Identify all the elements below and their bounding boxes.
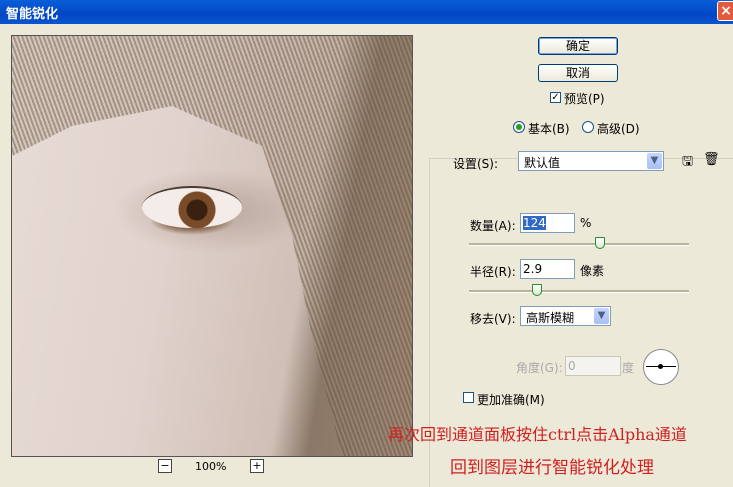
settings-select[interactable]: 默认值 ▼ (518, 151, 664, 171)
angle-input: 0 (565, 356, 621, 376)
amount-slider[interactable] (469, 237, 689, 249)
tutorial-caption-1: 再次回到通道面板按住ctrl点击Alpha通道 (388, 425, 687, 444)
trash-icon[interactable]: 🗑 (703, 152, 720, 167)
preview-hair (12, 36, 412, 456)
amount-input[interactable]: 124 (520, 213, 575, 233)
advanced-mode-label: 高级(D) (597, 122, 640, 136)
remove-label: 移去(V): (470, 312, 516, 326)
preview-checkbox[interactable]: ✓ (550, 92, 561, 103)
title-bar: 智能锐化 × (0, 0, 733, 24)
amount-label: 数量(A): (470, 219, 516, 233)
angle-unit: 度 (622, 361, 635, 375)
ok-button[interactable]: 确定 (538, 37, 618, 55)
image-preview[interactable] (11, 35, 413, 457)
settings-label: 设置(S): (453, 157, 499, 171)
advanced-mode-radio[interactable] (582, 121, 594, 133)
zoom-level: 100% (195, 460, 227, 473)
amount-unit: % (580, 216, 592, 230)
basic-mode-radio[interactable] (513, 121, 525, 133)
radius-value: 2.9 (523, 262, 543, 276)
more-accurate-label: 更加准确(M) (477, 393, 545, 407)
cancel-button[interactable]: 取消 (538, 64, 618, 82)
preview-eye (142, 186, 242, 228)
amount-slider-thumb[interactable] (595, 237, 605, 249)
save-settings-icon[interactable]: 🖫 (682, 152, 693, 174)
zoom-controls: − 100% + (158, 459, 268, 475)
angle-dial-center (658, 364, 663, 369)
window-title: 智能锐化 (6, 7, 59, 22)
settings-value: 默认值 (524, 156, 561, 170)
remove-value: 高斯模糊 (526, 311, 575, 325)
basic-mode-label: 基本(B) (528, 122, 570, 136)
chevron-down-icon: ▼ (594, 308, 609, 324)
radius-unit: 像素 (580, 264, 605, 278)
preview-checkbox-label: 预览(P) (564, 92, 605, 106)
remove-select[interactable]: 高斯模糊 ▼ (520, 306, 611, 326)
close-icon: × (720, 3, 732, 19)
tutorial-caption-2: 回到图层进行智能锐化处理 (450, 458, 654, 478)
angle-dial (643, 349, 679, 385)
angle-label: 角度(G): (516, 361, 563, 375)
more-accurate-checkbox[interactable] (463, 392, 474, 403)
close-button[interactable]: × (717, 1, 733, 21)
chevron-down-icon: ▼ (647, 153, 662, 169)
radius-input[interactable]: 2.9 (520, 259, 575, 279)
radius-slider-thumb[interactable] (532, 284, 542, 296)
angle-value: 0 (568, 359, 576, 373)
radius-label: 半径(R): (470, 265, 516, 279)
amount-value: 124 (523, 216, 546, 230)
zoom-in-button[interactable]: + (250, 459, 264, 473)
radius-slider[interactable] (469, 284, 689, 296)
zoom-out-button[interactable]: − (158, 459, 172, 473)
